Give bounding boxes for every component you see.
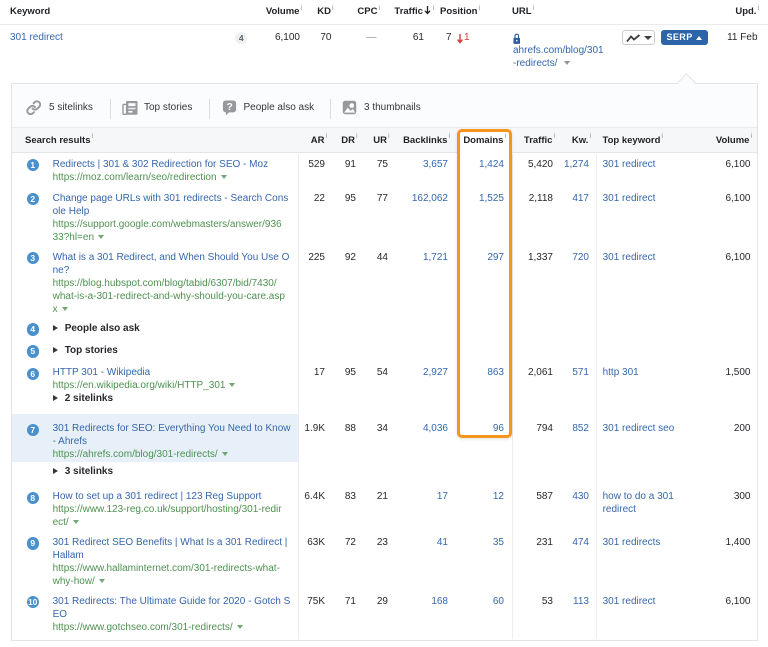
svg-text:?: ? bbox=[226, 101, 232, 112]
